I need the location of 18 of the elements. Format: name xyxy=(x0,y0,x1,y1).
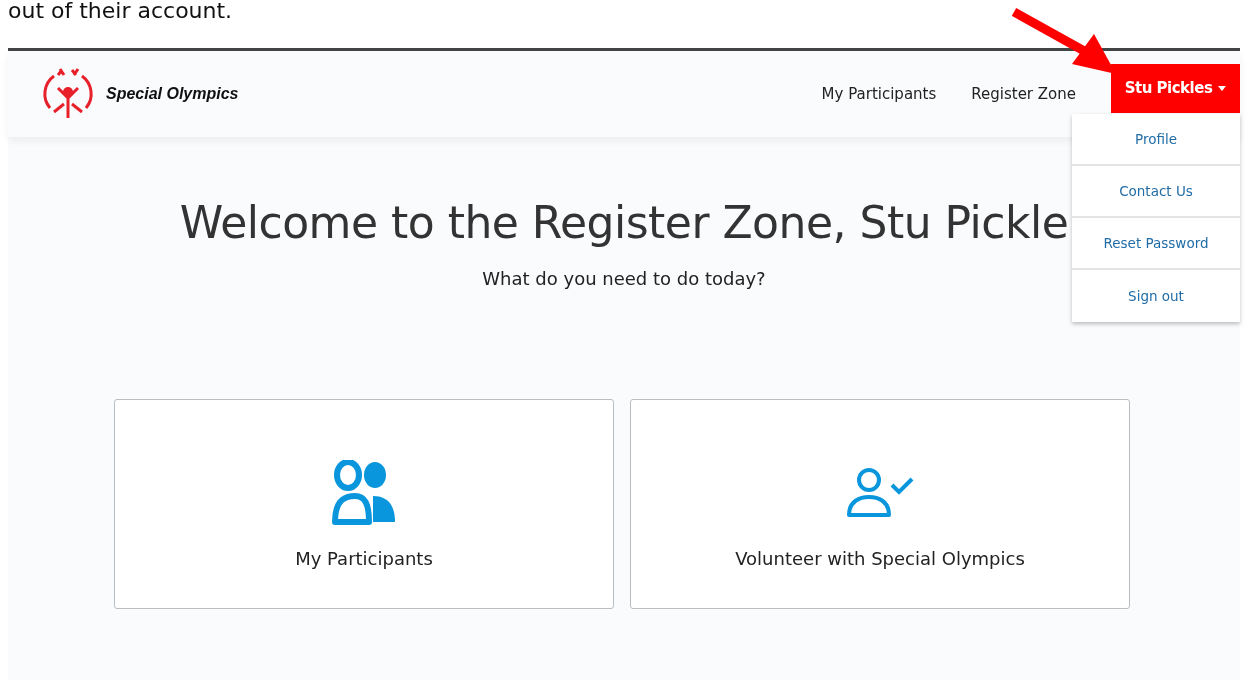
action-card[interactable]: My Participants xyxy=(114,399,614,609)
card-label: My Participants xyxy=(295,547,433,569)
action-card[interactable]: Volunteer with Special Olympics xyxy=(630,399,1130,609)
logo-text: Special Olympics xyxy=(106,85,239,103)
menu-item[interactable]: Profile xyxy=(1072,113,1240,166)
menu-item[interactable]: Contact Us xyxy=(1072,165,1240,218)
subheading: What do you need to do today? xyxy=(482,268,766,289)
nav-link[interactable]: Register Zone xyxy=(971,85,1076,103)
person-check-icon xyxy=(846,466,914,519)
welcome-heading: Welcome to the Register Zone, Stu Pickle xyxy=(179,197,1069,248)
caret-icon xyxy=(1218,85,1227,91)
user-menu-button[interactable]: Stu Pickles xyxy=(1111,63,1240,113)
card-label: Volunteer with Special Olympics xyxy=(735,547,1025,569)
document-text: out of their account. xyxy=(8,0,233,22)
people-icon xyxy=(331,459,397,526)
menu-item[interactable]: Sign out xyxy=(1072,269,1240,322)
nav-link[interactable]: My Participants xyxy=(821,85,937,103)
menu-item[interactable]: Reset Password xyxy=(1072,217,1240,270)
